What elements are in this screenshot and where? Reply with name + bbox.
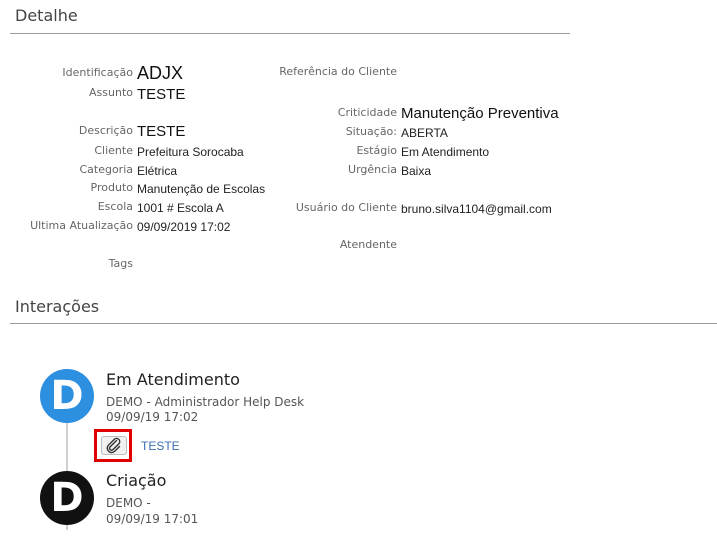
interacoes-title: Interações (15, 297, 100, 316)
ultima-atualizacao-value: 09/09/2019 17:02 (137, 220, 231, 234)
situacao-label: Situação: (345, 125, 397, 138)
avatar: D (40, 369, 94, 423)
usuario-cliente-value[interactable]: bruno.silva1104@gmail.com (401, 202, 552, 216)
interacoes-divider (10, 323, 717, 324)
urgencia-label: Urgência (348, 163, 397, 176)
usuario-cliente-label: Usuário do Cliente (295, 201, 397, 214)
estagio-value: Em Atendimento (401, 145, 490, 159)
interaction-datetime: 09/09/19 17:01 (106, 512, 199, 526)
urgencia-value: Baixa (401, 164, 432, 178)
categoria-value: Elétrica (137, 164, 178, 178)
criticidade-value: Manutenção Preventiva (401, 105, 559, 122)
assunto-value: TESTE (137, 86, 186, 103)
avatar: D (40, 471, 94, 525)
interaction-title: Em Atendimento (106, 370, 240, 389)
produto-value: Manutenção de Escolas (137, 182, 266, 196)
assunto-label: Assunto (89, 86, 133, 99)
criticidade-label: Criticidade (337, 106, 397, 119)
attachment-button[interactable] (101, 436, 127, 455)
interaction-title: Criação (106, 471, 167, 490)
paperclip-icon (106, 437, 121, 454)
descricao-value: TESTE (137, 123, 186, 140)
produto-label: Produto (90, 181, 133, 194)
ultima-atualizacao-label: Ultima Atualização (30, 219, 133, 232)
escola-value: 1001 # Escola A (137, 201, 224, 215)
detalhe-divider (10, 33, 570, 34)
categoria-label: Categoria (79, 163, 133, 176)
tags-label: Tags (108, 257, 133, 270)
attachment-link[interactable]: TESTE (141, 439, 180, 453)
atendente-label: Atendente (339, 238, 397, 251)
cliente-value: Prefeitura Sorocaba (137, 145, 244, 159)
interaction-datetime: 09/09/19 17:02 (106, 410, 199, 424)
detalhe-title: Detalhe (15, 6, 78, 25)
identificacao-label: Identificação (62, 66, 133, 79)
interaction-author: DEMO - Administrador Help Desk (106, 395, 305, 409)
situacao-value: ABERTA (401, 126, 448, 140)
estagio-label: Estágio (356, 144, 397, 157)
referencia-cliente-label: Referência do Cliente (279, 65, 397, 78)
identificacao-value: ADJX (137, 63, 184, 83)
descricao-label: Descrição (78, 124, 133, 137)
interaction-author: DEMO - (106, 496, 151, 510)
escola-label: Escola (97, 200, 133, 213)
cliente-label: Cliente (94, 144, 133, 157)
